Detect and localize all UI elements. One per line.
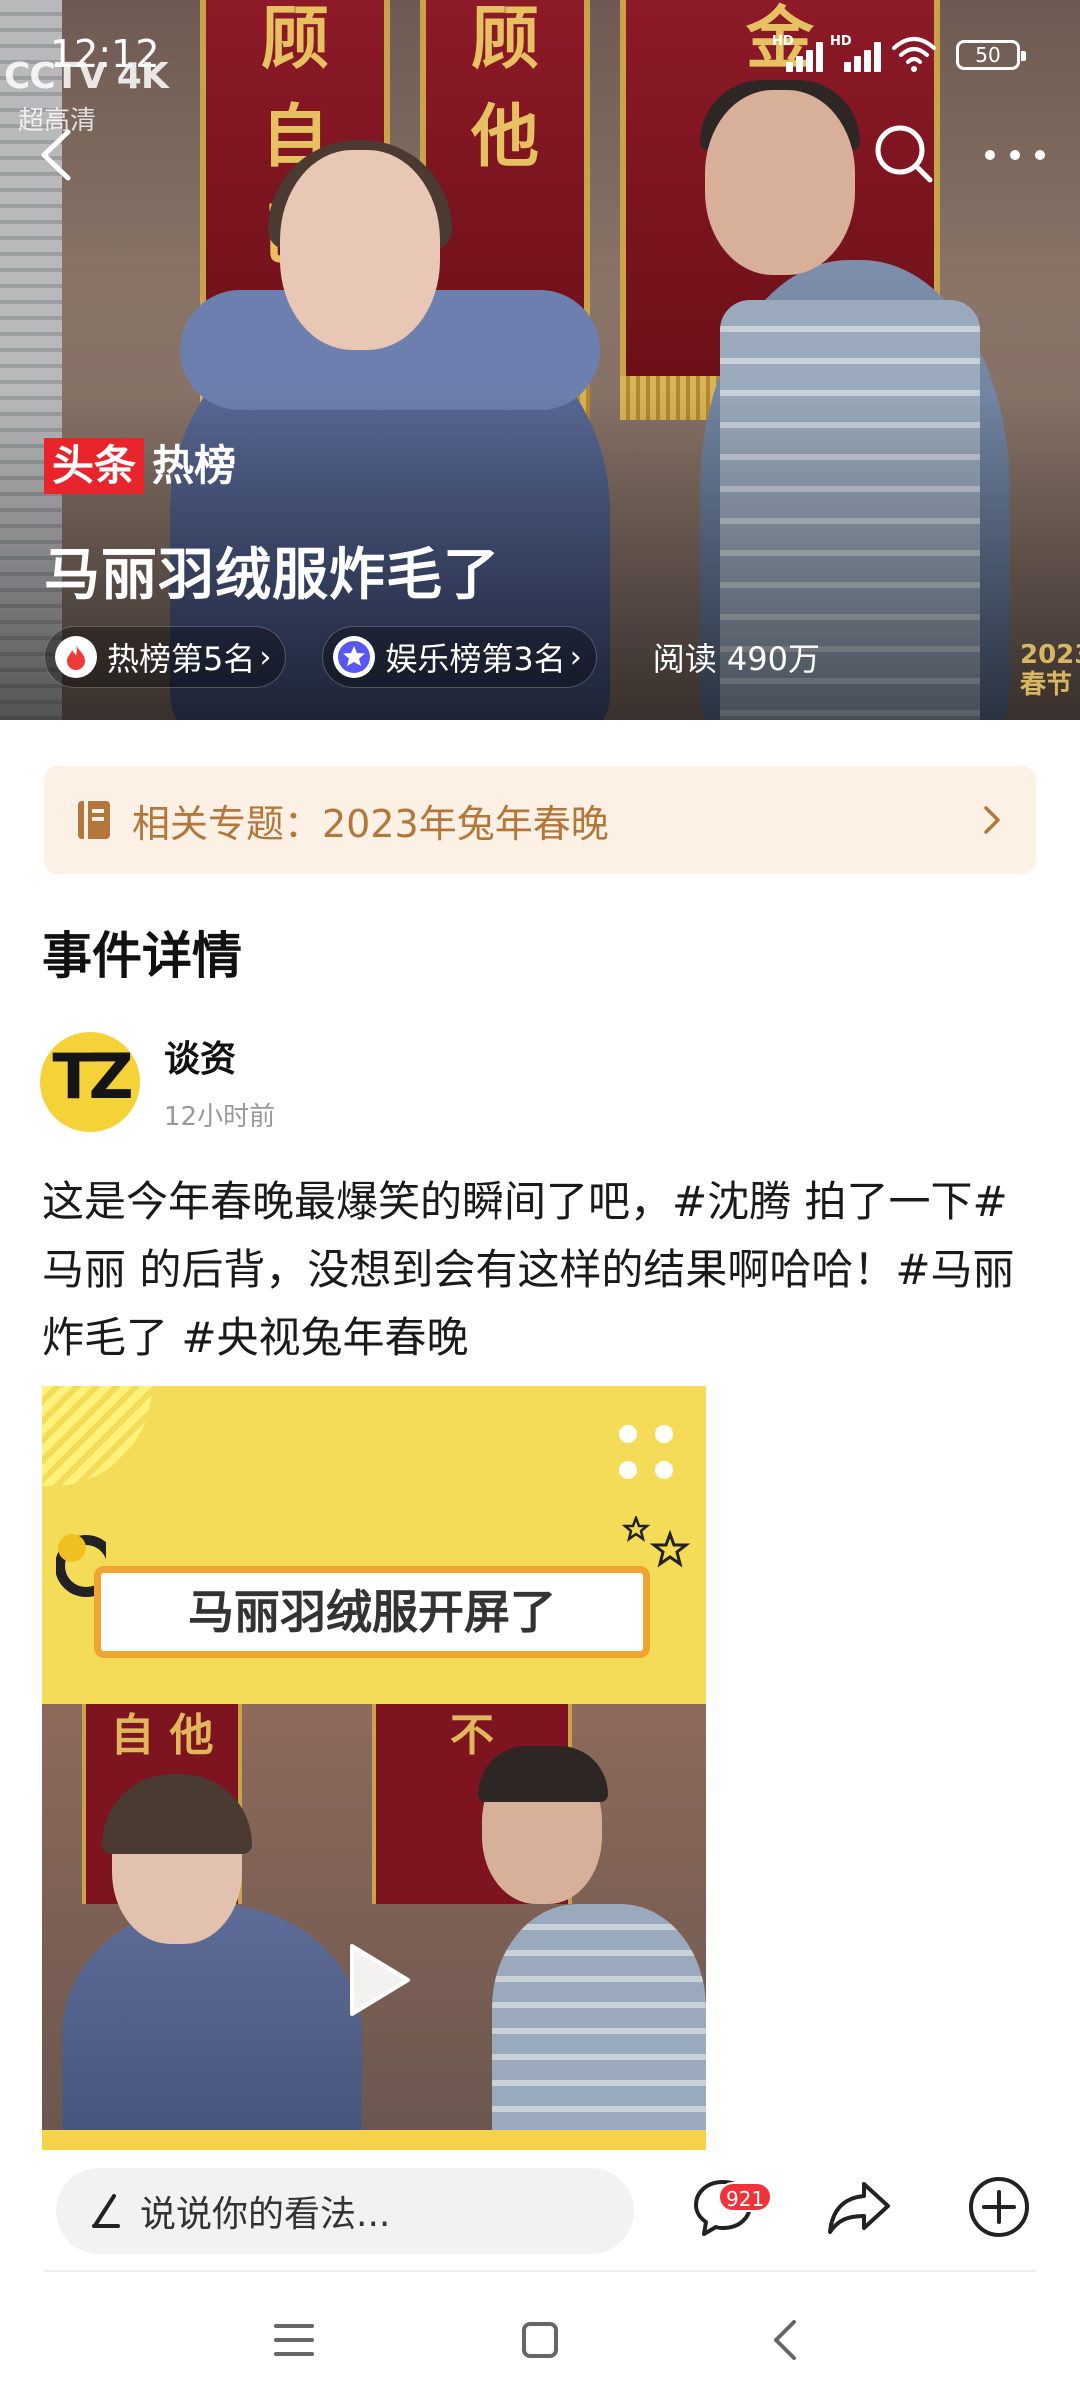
signal-icon: HD xyxy=(830,34,886,72)
flame-icon xyxy=(55,636,97,678)
play-button[interactable] xyxy=(338,1938,418,2022)
dots-icon xyxy=(619,1425,673,1479)
comment-input[interactable]: 说说你的看法... xyxy=(56,2168,634,2254)
video-thumbnail[interactable]: 马丽羽绒服开屏了 自 他 不 xyxy=(42,1386,706,2150)
ranking-chips: 热榜第5名 › 娱乐榜第3名 › 阅读 490万 xyxy=(44,626,820,688)
system-navigation-bar xyxy=(0,2272,1080,2400)
comment-count-badge: 921 xyxy=(718,2182,773,2212)
post-text: 这是今年春晚最爆笑的瞬间了吧，#沈腾 拍了一下#马丽 的后背，没想到会有这样的结… xyxy=(42,1177,1015,1362)
avatar[interactable]: TZ xyxy=(40,1031,140,1132)
add-icon[interactable] xyxy=(964,2172,1034,2242)
menu-icon[interactable] xyxy=(264,2310,324,2370)
hero-header: 顾 自 己 顾 他 金 2023 春节 CCTV 4K 超高清 12:12 HD… xyxy=(0,0,1080,720)
wifi-icon xyxy=(892,37,936,72)
star-icon xyxy=(333,636,376,678)
chevron-right-icon xyxy=(984,806,1000,834)
signal-icon: HD xyxy=(772,34,828,72)
back-button[interactable] xyxy=(28,120,84,190)
comment-placeholder: 说说你的看法... xyxy=(140,2194,391,2235)
home-icon[interactable] xyxy=(510,2310,570,2370)
hot-rank-chip[interactable]: 热榜第5名 › xyxy=(44,626,287,688)
share-icon[interactable] xyxy=(824,2172,894,2242)
status-bar: CCTV 4K 超高清 12:12 HD HD 50 xyxy=(0,0,1080,136)
related-topic-banner[interactable]: 相关专题：2023年兔年春晚 xyxy=(44,766,1036,874)
post-author[interactable]: TZ 谈资 12小时前 xyxy=(40,1030,275,1133)
section-title: 事件详情 xyxy=(42,927,242,985)
author-name[interactable]: 谈资 xyxy=(164,1030,275,1082)
more-options-button[interactable] xyxy=(980,140,1050,170)
post-time: 12小时前 xyxy=(164,1102,276,1132)
chevron-right-icon: › xyxy=(259,639,272,675)
read-count: 阅读 490万 xyxy=(652,640,821,678)
battery-icon: 50 xyxy=(956,40,1026,70)
entertainment-rank-chip[interactable]: 娱乐榜第3名 › xyxy=(322,626,597,688)
event-badge: 2023 春节 xyxy=(1020,640,1080,700)
pen-icon xyxy=(92,2194,120,2228)
search-button[interactable] xyxy=(870,120,936,186)
bottom-action-bar: 说说你的看法... 921 xyxy=(0,2152,1080,2272)
book-icon xyxy=(78,801,110,839)
related-topic-label: 相关专题：2023年兔年春晚 xyxy=(132,801,609,846)
toutiao-hotlist-logo: 头条 热榜 xyxy=(44,438,244,494)
status-time: 12:12 xyxy=(50,32,160,76)
page-title: 马丽羽绒服炸毛了 xyxy=(44,543,500,608)
video-caption: 马丽羽绒服开屏了 xyxy=(94,1566,650,1658)
chevron-right-icon: › xyxy=(569,639,582,675)
back-icon[interactable] xyxy=(756,2310,816,2370)
